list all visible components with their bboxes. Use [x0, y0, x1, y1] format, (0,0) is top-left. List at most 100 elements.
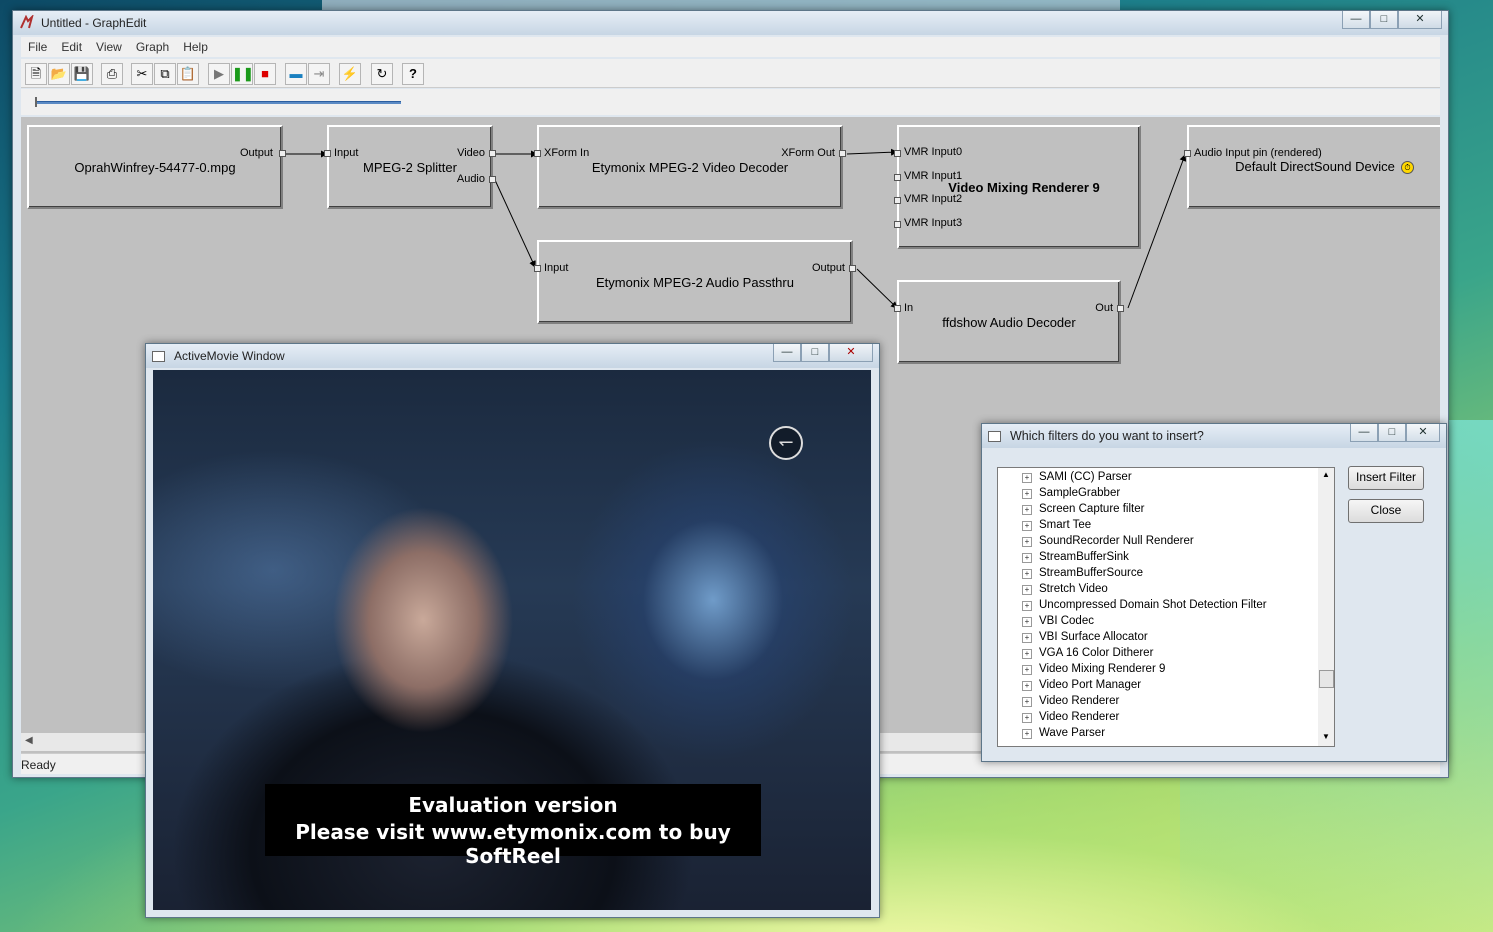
- pin-output-connector[interactable]: [279, 150, 286, 157]
- activemovie-titlebar[interactable]: ActiveMovie Window — □ ✕: [146, 344, 879, 368]
- pin-ap-output-connector[interactable]: [849, 265, 856, 272]
- filter-tree-item[interactable]: Uncompressed Domain Shot Detection Filte…: [1039, 599, 1267, 611]
- pin-audio-in-connector[interactable]: [1184, 150, 1191, 157]
- pin-vmr3-connector[interactable]: [894, 221, 901, 228]
- render-url-icon[interactable]: ⚡: [339, 63, 361, 85]
- paste-icon[interactable]: 📋: [177, 63, 199, 85]
- menu-view[interactable]: View: [89, 37, 129, 57]
- open-folder-icon[interactable]: 📂: [48, 63, 70, 85]
- filter-tree-item[interactable]: Video Port Manager: [1039, 679, 1141, 691]
- filter-tree-item[interactable]: Video Renderer: [1039, 711, 1119, 723]
- filter-tree-item[interactable]: StreamBufferSource: [1039, 567, 1143, 579]
- scroll-left-arrow-icon[interactable]: ◀: [25, 735, 33, 746]
- cut-icon[interactable]: ✂: [131, 63, 153, 85]
- expand-plus-icon[interactable]: +: [1022, 617, 1032, 627]
- expand-plus-icon[interactable]: +: [1022, 633, 1032, 643]
- tree-vertical-scrollbar[interactable]: ▲ ▼: [1318, 468, 1334, 746]
- expand-plus-icon[interactable]: +: [1022, 681, 1032, 691]
- menu-graph[interactable]: Graph: [129, 37, 176, 57]
- filter-tree-item[interactable]: Stretch Video: [1039, 583, 1108, 595]
- filter-tree-item[interactable]: Screen Capture filter: [1039, 503, 1144, 515]
- filter-tree-item[interactable]: Smart Tee: [1039, 519, 1091, 531]
- seek-bar[interactable]: [21, 89, 1440, 115]
- expand-plus-icon[interactable]: +: [1022, 553, 1032, 563]
- filter-tree-item[interactable]: VBI Codec: [1039, 615, 1094, 627]
- pin-ff-in-connector[interactable]: [894, 305, 901, 312]
- filter-video-decoder[interactable]: Etymonix MPEG-2 Video Decoder XForm In X…: [534, 125, 846, 209]
- expand-plus-icon[interactable]: +: [1022, 585, 1032, 595]
- pin-audio-connector[interactable]: [489, 176, 496, 183]
- expand-plus-icon[interactable]: +: [1022, 489, 1032, 499]
- dlg-close-button[interactable]: ✕: [1406, 424, 1440, 442]
- insert-filter-button[interactable]: Insert Filter: [1348, 466, 1424, 490]
- save-icon[interactable]: 💾: [71, 63, 93, 85]
- scroll-down-arrow-icon[interactable]: ▼: [1322, 732, 1330, 741]
- dlg-minimize-button[interactable]: —: [1350, 424, 1378, 442]
- menu-edit[interactable]: Edit: [54, 37, 89, 57]
- pin-video-connector[interactable]: [489, 150, 496, 157]
- new-file-icon[interactable]: 🗎: [25, 63, 47, 85]
- maximize-button[interactable]: □: [1370, 11, 1398, 29]
- refresh-icon[interactable]: ↻: [371, 63, 393, 85]
- expand-plus-icon[interactable]: +: [1022, 649, 1032, 659]
- pin-xform-in-connector[interactable]: [534, 150, 541, 157]
- close-button[interactable]: ✕: [1398, 11, 1442, 29]
- filter-tree-item[interactable]: VGA 16 Color Ditherer: [1039, 647, 1153, 659]
- am-minimize-button[interactable]: —: [773, 344, 801, 362]
- tree-scroll-thumb[interactable]: [1319, 670, 1334, 688]
- filter-ffdshow[interactable]: ffdshow Audio Decoder In Out: [894, 280, 1124, 364]
- graphedit-titlebar[interactable]: Untitled - GraphEdit — □ ✕: [13, 11, 1448, 35]
- expand-plus-icon[interactable]: +: [1022, 537, 1032, 547]
- expand-plus-icon[interactable]: +: [1022, 569, 1032, 579]
- filter-tree-item[interactable]: SampleGrabber: [1039, 487, 1120, 499]
- am-close-button[interactable]: ✕: [829, 344, 873, 362]
- pin-vmr0-connector[interactable]: [894, 150, 901, 157]
- stop-icon[interactable]: ■: [254, 63, 276, 85]
- filter-directsound[interactable]: Audio Input pin (rendered) Default Direc…: [1184, 125, 1440, 209]
- expand-plus-icon[interactable]: +: [1022, 521, 1032, 531]
- frame-step-icon[interactable]: ⇥: [308, 63, 330, 85]
- expand-plus-icon[interactable]: +: [1022, 601, 1032, 611]
- filter-tree-item[interactable]: Video Renderer: [1039, 695, 1119, 707]
- filter-tree-item[interactable]: StreamBufferSink: [1039, 551, 1129, 563]
- help-icon[interactable]: ?: [402, 63, 424, 85]
- filter-tree-item[interactable]: VBI Surface Allocator: [1039, 631, 1148, 643]
- menu-file[interactable]: File: [21, 37, 54, 57]
- filter-source[interactable]: OprahWinfrey-54477-0.mpg Output: [27, 125, 286, 209]
- pin-vmr1-connector[interactable]: [894, 174, 901, 181]
- close-dialog-button[interactable]: Close: [1348, 499, 1424, 523]
- filter-vmr9[interactable]: Video Mixing Renderer 9 VMR Input0 VMR I…: [894, 125, 1141, 249]
- filter-tree-item[interactable]: Video Mixing Renderer 9: [1039, 663, 1165, 675]
- expand-plus-icon[interactable]: +: [1022, 505, 1032, 515]
- pin-ap-input-connector[interactable]: [534, 265, 541, 272]
- pin-xform-out-connector[interactable]: [839, 150, 846, 157]
- seek-start-icon[interactable]: ▬: [285, 63, 307, 85]
- filter-mpeg2-splitter[interactable]: MPEG-2 Splitter Input Video Audio: [324, 125, 496, 209]
- seek-track[interactable]: [35, 101, 401, 104]
- expand-plus-icon[interactable]: +: [1022, 713, 1032, 723]
- pin-input-connector[interactable]: [324, 150, 331, 157]
- seek-thumb[interactable]: [35, 97, 37, 107]
- expand-plus-icon[interactable]: +: [1022, 473, 1032, 483]
- filter-tree-item[interactable]: Wave Parser: [1039, 727, 1105, 739]
- print-icon[interactable]: ⎙: [101, 63, 123, 85]
- dialog-titlebar[interactable]: Which filters do you want to insert? — □…: [982, 424, 1446, 448]
- pin-ff-out-connector[interactable]: [1117, 305, 1124, 312]
- minimize-button[interactable]: —: [1342, 11, 1370, 29]
- scroll-up-arrow-icon[interactable]: ▲: [1322, 470, 1330, 479]
- filter-tree-item[interactable]: SoundRecorder Null Renderer: [1039, 535, 1194, 547]
- pin-vmr2-connector[interactable]: [894, 197, 901, 204]
- filter-audio-passthru[interactable]: Etymonix MPEG-2 Audio Passthru Input Out…: [534, 240, 856, 324]
- expand-plus-icon[interactable]: +: [1022, 665, 1032, 675]
- video-frame[interactable]: ↽ Evaluation version Please visit www.et…: [153, 370, 871, 910]
- menu-help[interactable]: Help: [176, 37, 215, 57]
- play-icon[interactable]: ▶: [208, 63, 230, 85]
- am-maximize-button[interactable]: □: [801, 344, 829, 362]
- filter-tree[interactable]: ▲ ▼ + SAMI (CC) Parser + SampleGrabber + Scre…: [997, 467, 1335, 747]
- filter-tree-item[interactable]: SAMI (CC) Parser: [1039, 471, 1132, 483]
- expand-plus-icon[interactable]: +: [1022, 697, 1032, 707]
- expand-plus-icon[interactable]: +: [1022, 729, 1032, 739]
- pause-icon[interactable]: ❚❚: [231, 63, 254, 85]
- copy-icon[interactable]: ⧉: [154, 63, 176, 85]
- dlg-maximize-button[interactable]: □: [1378, 424, 1406, 442]
